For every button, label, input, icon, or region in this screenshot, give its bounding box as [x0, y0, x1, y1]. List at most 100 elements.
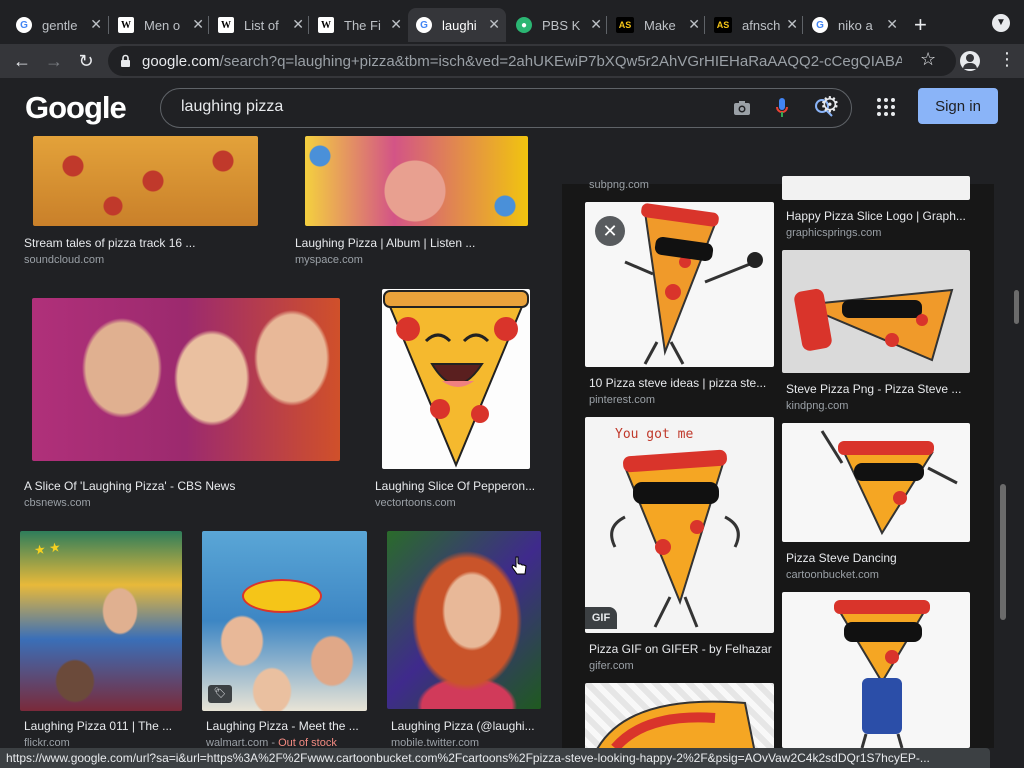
result-source[interactable]: cbsnews.com — [24, 497, 91, 509]
result-thumbnail[interactable]: ★ ★ — [20, 531, 182, 711]
sign-in-button[interactable]: Sign in — [918, 88, 998, 124]
laughing-pizza-cartoon — [383, 290, 529, 468]
result-title[interactable]: A Slice Of 'Laughing Pizza' - CBS News — [24, 479, 235, 493]
wikipedia-icon: W — [118, 17, 134, 33]
result-title[interactable]: Stream tales of pizza track 16 ... — [24, 236, 195, 250]
pizza-steve-lounging-cartoon — [794, 288, 954, 362]
menu-icon[interactable]: ⋮ — [998, 49, 1016, 70]
tab-niko[interactable]: G niko a ✕ — [804, 8, 904, 42]
result-source[interactable]: cartoonbucket.com — [786, 569, 879, 581]
tab-search-icon[interactable]: ▼ — [992, 14, 1010, 32]
result-title[interactable]: Steve Pizza Png - Pizza Steve ... — [786, 382, 961, 396]
close-icon[interactable]: ✕ — [688, 16, 700, 33]
url-domain: google.com — [142, 53, 220, 70]
camera-icon[interactable] — [733, 100, 751, 116]
result-title[interactable]: 10 Pizza steve ideas | pizza ste... — [589, 376, 766, 390]
back-icon[interactable]: ← — [10, 49, 34, 73]
close-icon[interactable]: ✕ — [90, 16, 102, 33]
tab-men-o[interactable]: W Men o ✕ — [110, 8, 210, 42]
close-icon[interactable]: ✕ — [292, 16, 304, 33]
tab-title: Make — [644, 17, 676, 33]
result-thumbnail[interactable]: ✕ — [585, 202, 774, 367]
result-source[interactable]: myspace.com — [295, 254, 363, 266]
result-source[interactable]: kindpng.com — [786, 400, 848, 412]
tab-pbs-kids[interactable]: ● PBS K ✕ — [508, 8, 608, 42]
microphone-icon[interactable] — [775, 97, 789, 119]
tab-title: Men o — [144, 17, 181, 33]
browser-toolbar: ← → ↻ google.com/search?q=laughing+pizza… — [0, 44, 1024, 78]
as-icon: AS — [714, 17, 732, 33]
result-thumbnail[interactable] — [585, 683, 774, 748]
url-path: /search?q=laughing+pizza&tbm=isch&ved=2a… — [219, 53, 902, 70]
profile-icon[interactable] — [960, 51, 980, 71]
result-thumbnail[interactable] — [782, 250, 970, 373]
google-icon: G — [812, 17, 828, 33]
result-title[interactable]: Laughing Slice Of Pepperon... — [375, 479, 535, 493]
result-thumbnail[interactable] — [782, 592, 970, 748]
result-source-domain: walmart.com — [206, 737, 269, 748]
close-icon[interactable]: ✕ — [390, 16, 402, 33]
result-thumbnail[interactable] — [33, 136, 258, 226]
address-bar[interactable]: google.com/search?q=laughing+pizza&tbm=i… — [108, 46, 956, 76]
new-tab-icon[interactable]: + — [914, 12, 927, 38]
settings-gear-icon[interactable]: ⚙ — [820, 94, 840, 116]
lock-icon — [121, 54, 130, 67]
close-icon[interactable]: ✕ — [590, 16, 602, 33]
tab-afnsch[interactable]: AS afnsch ✕ — [706, 8, 804, 42]
result-source[interactable]: flickr.com — [24, 737, 70, 748]
close-icon[interactable]: ✕ — [886, 16, 898, 33]
result-thumbnail[interactable]: You got me GIF — [585, 417, 774, 633]
result-title[interactable]: Laughing Pizza - Meet the ... — [206, 719, 359, 733]
search-input[interactable]: laughing pizza — [160, 88, 852, 128]
result-title[interactable]: Happy Pizza Slice Logo | Graph... — [786, 209, 966, 223]
laughing-pizza-sign: ★ ★ — [33, 539, 62, 558]
result-thumbnail[interactable] — [305, 136, 528, 226]
result-thumbnail[interactable]: 🏷 — [202, 531, 367, 711]
result-source[interactable]: gifer.com — [589, 660, 634, 672]
result-title[interactable]: Laughing Pizza 011 | The ... — [24, 719, 172, 733]
tab-title: List of — [244, 17, 279, 33]
close-icon[interactable]: ✕ — [192, 16, 204, 33]
tab-gentle[interactable]: G gentle ✕ — [8, 8, 108, 42]
result-title[interactable]: Pizza Steve Dancing — [786, 551, 897, 565]
tab-separator — [802, 16, 803, 34]
album-logo — [242, 579, 322, 613]
tab-separator — [606, 16, 607, 34]
pizza-steve-suit-cartoon — [834, 600, 930, 748]
result-title[interactable]: Laughing Pizza | Album | Listen ... — [295, 236, 475, 250]
tab-laughing-pizza[interactable]: G laughi ✕ — [408, 8, 506, 42]
result-thumbnail[interactable] — [32, 298, 340, 461]
result-source[interactable]: graphicsprings.com — [786, 227, 881, 239]
tab-separator — [108, 16, 109, 34]
result-title[interactable]: Laughing Pizza (@laughi... — [391, 719, 535, 733]
pbs-kids-icon: ● — [516, 17, 532, 33]
close-icon[interactable]: ✕ — [595, 216, 625, 246]
wikipedia-icon: W — [218, 17, 234, 33]
tab-make[interactable]: AS Make ✕ — [608, 8, 706, 42]
result-thumbnail[interactable] — [782, 176, 970, 200]
stock-status: Out of stock — [278, 737, 337, 748]
result-title[interactable]: Pizza GIF on GIFER - by Felhazar — [589, 642, 772, 656]
tab-title: PBS K — [542, 17, 581, 33]
forward-icon[interactable]: → — [42, 49, 66, 73]
tab-list-of[interactable]: W List of ✕ — [210, 8, 310, 42]
result-thumbnail[interactable] — [382, 289, 530, 469]
panel-scrollbar-thumb[interactable] — [1000, 484, 1006, 620]
result-source[interactable]: soundcloud.com — [24, 254, 104, 266]
result-source[interactable]: vectortoons.com — [375, 497, 456, 509]
result-thumbnail[interactable] — [782, 423, 970, 542]
result-source[interactable]: pinterest.com — [589, 394, 655, 406]
tab-the-fi[interactable]: W The Fi ✕ — [310, 8, 408, 42]
reload-icon[interactable]: ↻ — [74, 49, 98, 73]
google-logo[interactable]: Google — [25, 90, 127, 126]
tab-separator — [704, 16, 705, 34]
result-source[interactable]: subpng.com — [589, 179, 649, 191]
result-source[interactable]: mobile.twitter.com — [391, 737, 479, 748]
bookmark-star-icon[interactable]: ☆ — [920, 49, 936, 70]
close-icon[interactable]: ✕ — [786, 16, 798, 33]
gif-overlay-text: You got me — [615, 427, 694, 442]
apps-grid-icon[interactable] — [876, 97, 896, 117]
result-source[interactable]: walmart.com - Out of stock — [206, 737, 337, 748]
page-scrollbar-thumb[interactable] — [1014, 290, 1019, 324]
close-icon[interactable]: ✕ — [488, 16, 500, 33]
